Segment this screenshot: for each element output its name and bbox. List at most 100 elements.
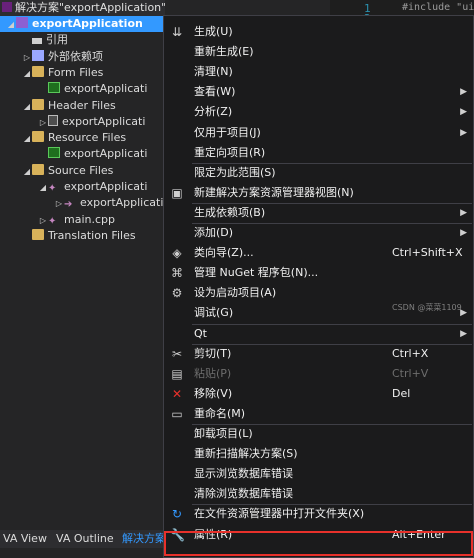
menu-item-label: 粘贴(P) xyxy=(194,366,232,380)
rename-icon: ▭ xyxy=(171,406,183,421)
menu-item[interactable]: ⇊ 生成(U) xyxy=(164,22,473,42)
tree-item[interactable]: ▷ ➔ exportApplicati xyxy=(54,195,163,211)
class-wizard-icon: ◈ xyxy=(172,246,182,261)
menu-item[interactable]: 生成依赖项(B) ▶ xyxy=(164,203,473,223)
nuget-icon: ⌘ xyxy=(171,266,183,281)
solution-explorer: 解决方案"exportApplication"(1 个项目) ◢ exportAp… xyxy=(0,0,165,558)
tree-item[interactable]: 引用 xyxy=(22,32,68,48)
menu-item-label: 清理(N) xyxy=(194,65,233,79)
menu-item-label: 查看(W) xyxy=(194,85,236,99)
menu-item[interactable]: 仅用于项目(J) ▶ xyxy=(164,123,473,143)
paste-icon: ▤ xyxy=(171,366,183,381)
menu-item-label: 重新生成(E) xyxy=(194,45,254,59)
ref-icon xyxy=(32,38,42,45)
menu-item-label: 类向导(Z)... xyxy=(194,246,254,260)
tree-item[interactable]: ▷ 外部依赖项 xyxy=(22,49,103,65)
tree-item[interactable]: ◢ Resource Files xyxy=(22,130,126,146)
menu-item-shortcut: Del xyxy=(392,386,411,400)
expander-icon[interactable]: ◢ xyxy=(22,131,32,147)
menu-item[interactable]: ↻ 在文件资源管理器中打开文件夹(X) xyxy=(164,504,473,524)
menu-item[interactable]: ✂ 剪切(T) Ctrl+X xyxy=(164,344,473,364)
menu-item[interactable]: 查看(W) ▶ xyxy=(164,82,473,102)
code-text: #include "ui_ xyxy=(402,2,474,13)
tree-item[interactable]: exportApplicati xyxy=(38,146,147,162)
menu-item[interactable]: ⌘ 管理 NuGet 程序包(N)... xyxy=(164,263,473,283)
menu-item-label: Qt xyxy=(194,326,207,340)
folder-icon xyxy=(32,98,44,110)
cpp-icon: ✦ xyxy=(48,215,57,227)
tab-solution-explorer[interactable]: 解决方案 xyxy=(122,532,165,546)
scissors-icon: ✂ xyxy=(171,346,183,361)
menu-item[interactable]: ⚙ 设为启动项目(A) xyxy=(164,283,473,303)
gear-icon: ⚙ xyxy=(171,286,183,301)
expander-icon[interactable]: ▷ xyxy=(22,50,32,66)
tab-va-view[interactable]: VA View xyxy=(3,532,47,546)
solution-icon xyxy=(2,2,12,12)
menu-item-label: 分析(Z) xyxy=(194,105,233,119)
menu-item[interactable]: ▤ 粘贴(P) Ctrl+V xyxy=(164,364,473,384)
menu-item[interactable]: ▭ 重命名(M) xyxy=(164,404,473,424)
tree-item[interactable]: exportApplicati xyxy=(38,81,147,97)
tree-item-label: 引用 xyxy=(46,33,68,47)
folder-icon xyxy=(32,65,44,77)
submenu-arrow-icon: ▶ xyxy=(460,87,467,98)
menu-item[interactable]: 清除浏览数据库错误 xyxy=(164,484,473,504)
tab-va-outline[interactable]: VA Outline xyxy=(56,532,114,546)
menu-item-label: 仅用于项目(J) xyxy=(194,125,261,139)
tree-item-label: Source Files xyxy=(48,163,114,177)
tree-item[interactable]: ▷ ✦ main.cpp xyxy=(38,212,115,228)
menu-item[interactable]: 限定为此范围(S) xyxy=(164,163,473,183)
build-icon: ⇊ xyxy=(171,25,183,39)
menu-item[interactable]: ▣ 新建解决方案资源管理器视图(N) xyxy=(164,183,473,203)
expander-icon[interactable]: ◢ xyxy=(22,164,32,180)
menu-item-label: 剪切(T) xyxy=(194,346,232,360)
tree-item-label: Form Files xyxy=(48,65,104,79)
green-icon xyxy=(48,147,60,159)
tree-item[interactable]: ▷ exportApplicati xyxy=(38,114,145,130)
tree-item[interactable]: ◢ Form Files xyxy=(22,65,103,81)
expander-icon[interactable]: ◢ xyxy=(38,180,48,196)
menu-item[interactable]: ✕ 移除(V) Del xyxy=(164,384,473,404)
menu-item-label: 在文件资源管理器中打开文件夹(X) xyxy=(194,507,365,521)
tree-item-label: Translation Files xyxy=(48,228,136,242)
menu-item-label: 添加(D) xyxy=(194,226,234,239)
menu-item-label: 管理 NuGet 程序包(N)... xyxy=(194,266,319,280)
menu-item[interactable]: 重定向项目(R) xyxy=(164,143,473,163)
expander-icon[interactable]: ▷ xyxy=(54,196,64,212)
tree-item[interactable]: ◢ exportApplication xyxy=(0,16,165,32)
watermark: CSDN @菜菜1109 xyxy=(392,303,462,312)
remove-icon: ✕ xyxy=(171,386,183,401)
menu-item[interactable]: 添加(D) ▶ xyxy=(164,223,473,243)
folder-icon xyxy=(32,228,44,240)
expander-icon[interactable]: ◢ xyxy=(6,17,16,33)
expander-icon[interactable]: ◢ xyxy=(22,66,32,82)
submenu-arrow-icon: ▶ xyxy=(460,328,467,339)
tree-item[interactable]: ◢ Header Files xyxy=(22,98,116,114)
menu-item-label: 生成依赖项(B) xyxy=(194,205,266,219)
solution-header-label: 解决方案"exportApplication"(1 个项目) xyxy=(15,1,165,14)
menu-item-label: 重新扫描解决方案(S) xyxy=(194,447,298,461)
tree-item[interactable]: ◢ Source Files xyxy=(22,163,113,179)
highlight-box xyxy=(164,531,473,556)
menu-item[interactable]: 卸载项目(L) xyxy=(164,424,473,444)
open-folder-icon: ↻ xyxy=(171,507,183,522)
tree-item[interactable]: ◢ ✦ exportApplicati xyxy=(38,179,147,195)
menu-item-label: 卸载项目(L) xyxy=(194,427,253,440)
menu-item[interactable]: 分析(Z) ▶ xyxy=(164,102,473,122)
menu-item[interactable]: Qt ▶ xyxy=(164,324,473,344)
expander-icon[interactable]: ◢ xyxy=(22,99,32,115)
tree-item[interactable]: Translation Files xyxy=(22,228,136,244)
expander-icon[interactable]: ▷ xyxy=(38,213,48,229)
menu-item[interactable]: 重新扫描解决方案(S) xyxy=(164,444,473,464)
green-icon xyxy=(48,82,60,94)
expander-icon[interactable]: ▷ xyxy=(38,115,48,131)
tree-item-label: Resource Files xyxy=(48,131,127,145)
solution-header[interactable]: 解决方案"exportApplication"(1 个项目) xyxy=(0,0,165,16)
tree-item-label: exportApplicati xyxy=(64,180,148,193)
menu-item[interactable]: 重新生成(E) xyxy=(164,42,473,62)
menu-item[interactable]: 清理(N) xyxy=(164,62,473,82)
menu-item-label: 设为启动项目(A) xyxy=(194,286,277,300)
menu-item[interactable]: ◈ 类向导(Z)... Ctrl+Shift+X xyxy=(164,243,473,263)
context-menu: ⇊ 生成(U) 重新生成(E) 清理(N) 查看(W) ▶ 分析(Z) ▶ 仅用于项目(J) ▶ 重… xyxy=(163,15,474,558)
menu-item[interactable]: 显示浏览数据库错误 xyxy=(164,464,473,484)
